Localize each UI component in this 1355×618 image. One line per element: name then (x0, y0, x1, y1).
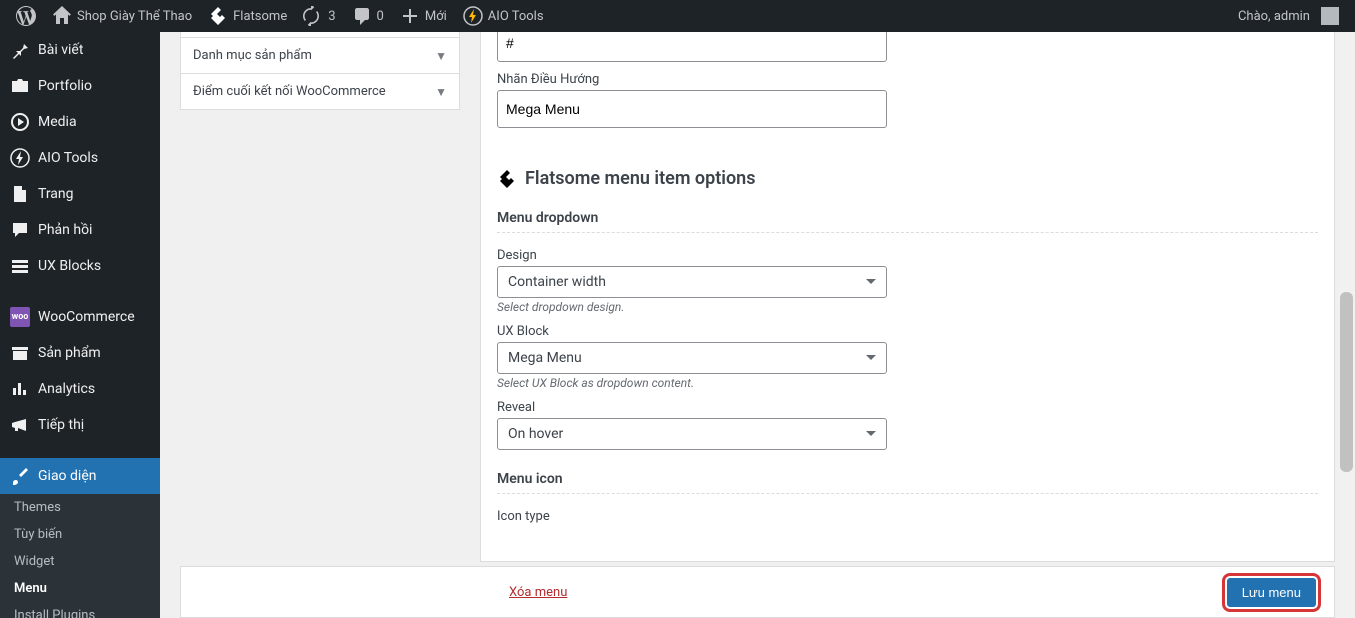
lightning-icon (10, 148, 30, 168)
updates-link[interactable]: 3 (295, 0, 343, 32)
lightning-icon (463, 6, 483, 26)
blocks-icon (10, 256, 30, 276)
flatsome-icon (208, 6, 228, 26)
reveal-label: Reveal (497, 400, 1318, 415)
admin-sidebar: Bài viết Portfolio Media AIO Tools Trang… (0, 32, 160, 618)
scrollbar[interactable] (1338, 32, 1355, 618)
url-input[interactable] (497, 32, 887, 62)
sidebar-appearance[interactable]: Giao diện (0, 458, 160, 494)
megaphone-icon (10, 415, 30, 435)
main-content: Chuyên mục▼ Danh mục sản phẩm▼ Điểm cuối… (160, 32, 1355, 618)
home-icon (52, 6, 72, 26)
flatsome-icon (497, 169, 517, 189)
uxblock-label: UX Block (497, 324, 1318, 339)
acc-product-categories[interactable]: Danh mục sản phẩm▼ (180, 37, 460, 74)
icon-type-label: Icon type (497, 509, 1318, 524)
portfolio-icon (10, 76, 30, 96)
acc-woo-endpoints[interactable]: Điểm cuối kết nối WooCommerce▼ (180, 73, 460, 110)
comment-icon (10, 220, 30, 240)
avatar-icon (1321, 7, 1339, 25)
pin-icon (10, 40, 30, 60)
sidebar-pages[interactable]: Trang (0, 176, 160, 212)
scrollbar-thumb[interactable] (1340, 292, 1353, 472)
design-help: Select dropdown design. (497, 300, 1318, 314)
media-icon (10, 112, 30, 132)
menu-icon-title: Menu icon (497, 465, 1318, 494)
new-link[interactable]: Mới (392, 0, 455, 32)
menu-footer: Xóa menu Lưu menu (180, 566, 1335, 618)
save-menu-button[interactable]: Lưu menu (1227, 578, 1316, 607)
woo-icon: woo (10, 307, 30, 327)
delete-menu-link[interactable]: Xóa menu (509, 585, 567, 600)
sidebar-portfolio[interactable]: Portfolio (0, 68, 160, 104)
wordpress-icon (16, 6, 36, 26)
sidebar-aiotools[interactable]: AIO Tools (0, 140, 160, 176)
sidebar-media[interactable]: Media (0, 104, 160, 140)
sub-menu[interactable]: Menu (0, 575, 160, 602)
chart-icon (10, 379, 30, 399)
site-name-link[interactable]: Shop Giày Thể Thao (44, 0, 200, 32)
sub-customize[interactable]: Tùy biến (0, 521, 160, 548)
aiotools-link[interactable]: AIO Tools (455, 0, 552, 32)
design-select[interactable]: Container width (497, 266, 887, 298)
comment-icon (352, 6, 372, 26)
chevron-down-icon: ▼ (435, 85, 447, 99)
brush-icon (10, 466, 30, 486)
sidebar-woocommerce[interactable]: wooWooCommerce (0, 299, 160, 335)
reveal-select[interactable]: On hover (497, 418, 887, 450)
update-icon (303, 6, 323, 26)
sub-widgets[interactable]: Widget (0, 548, 160, 575)
flatsome-link[interactable]: Flatsome (200, 0, 295, 32)
page-icon (10, 184, 30, 204)
design-label: Design (497, 248, 1318, 263)
sidebar-marketing[interactable]: Tiếp thị (0, 407, 160, 443)
sidebar-products[interactable]: Sản phẩm (0, 335, 160, 371)
add-items-accordion: Chuyên mục▼ Danh mục sản phẩm▼ Điểm cuối… (180, 2, 460, 618)
flatsome-options-title: Flatsome menu item options (525, 168, 755, 189)
sub-install-plugins[interactable]: Install Plugins (0, 602, 160, 618)
nav-label: Nhãn Điều Hướng (497, 72, 1318, 87)
sub-themes[interactable]: Themes (0, 494, 160, 521)
wp-logo[interactable] (8, 0, 44, 32)
archive-icon (10, 343, 30, 363)
howdy-link[interactable]: Chào, admin (1230, 0, 1347, 32)
site-name: Shop Giày Thể Thao (77, 9, 192, 24)
sidebar-analytics[interactable]: Analytics (0, 371, 160, 407)
uxblock-select[interactable]: Mega Menu (497, 342, 887, 374)
comments-link[interactable]: 0 (344, 0, 392, 32)
menu-item-editor: Nhãn Điều Hướng Flatsome menu item optio… (480, 32, 1335, 618)
sidebar-uxblocks[interactable]: UX Blocks (0, 248, 160, 284)
uxblock-help: Select UX Block as dropdown content. (497, 376, 1318, 390)
chevron-down-icon: ▼ (435, 49, 447, 63)
plus-icon (400, 6, 420, 26)
menu-dropdown-title: Menu dropdown (497, 204, 1318, 233)
admin-bar: Shop Giày Thể Thao Flatsome 3 0 Mới AIO … (0, 0, 1355, 32)
sidebar-feedback[interactable]: Phản hồi (0, 212, 160, 248)
sidebar-posts[interactable]: Bài viết (0, 32, 160, 68)
nav-label-input[interactable] (497, 90, 887, 128)
